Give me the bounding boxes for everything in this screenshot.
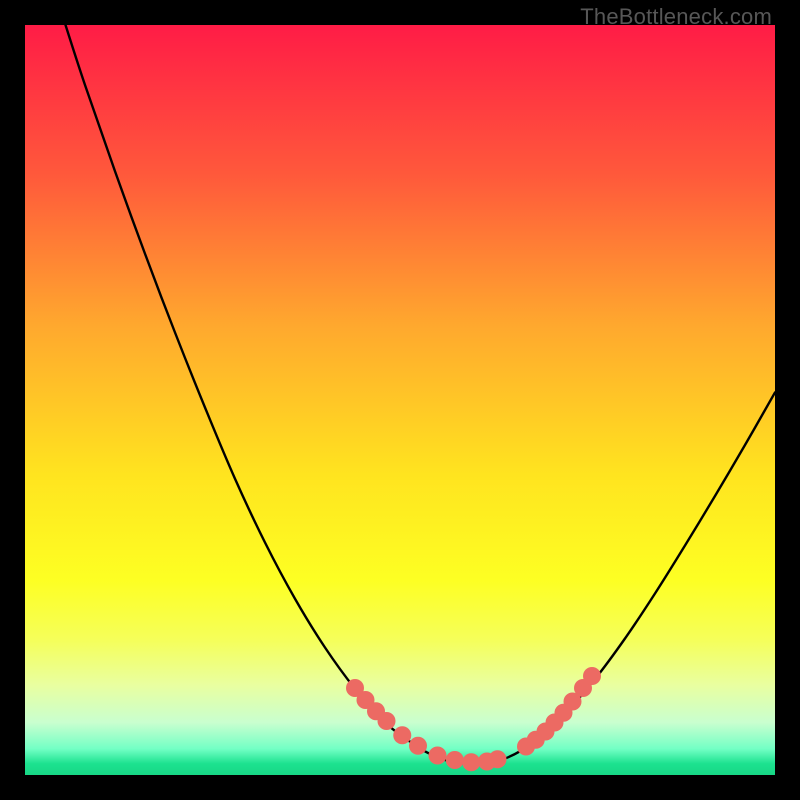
marker-dot [462, 753, 480, 771]
marker-dot [583, 667, 601, 685]
plot-area [25, 25, 775, 775]
watermark-text: TheBottleneck.com [580, 4, 772, 30]
chart-frame: TheBottleneck.com [0, 0, 800, 800]
marker-dot [429, 747, 447, 765]
gradient-background [25, 25, 775, 775]
marker-dot [489, 750, 507, 768]
chart-svg [25, 25, 775, 775]
marker-dot [393, 726, 411, 744]
marker-dot [409, 737, 427, 755]
marker-dot [446, 751, 464, 769]
marker-dot [378, 712, 396, 730]
